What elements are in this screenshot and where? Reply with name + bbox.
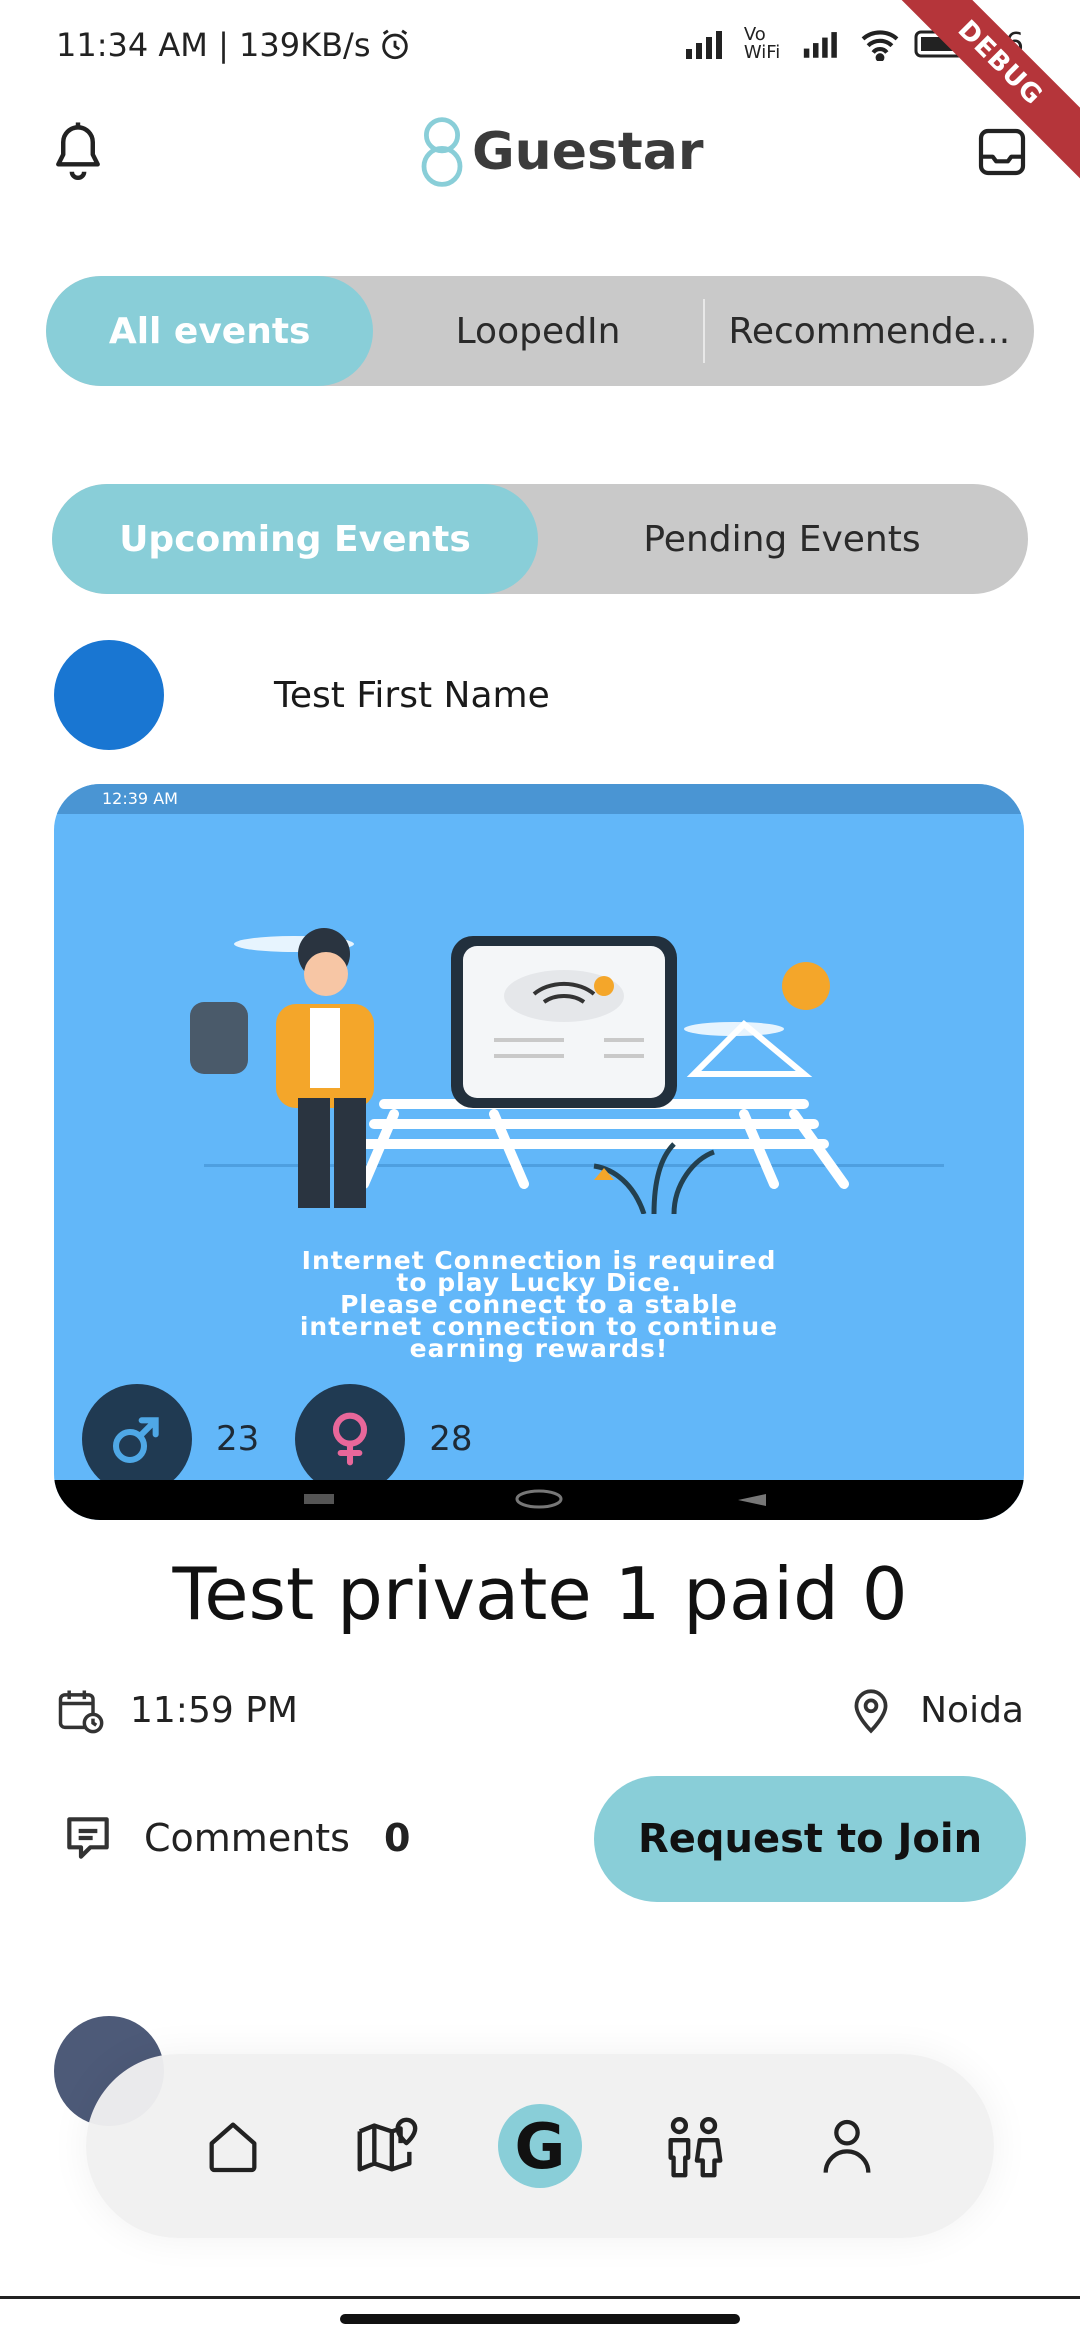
image-message: Internet Connection is required to play … <box>54 1248 1024 1363</box>
signal-icon-2 <box>803 32 837 58</box>
female-badge <box>295 1384 406 1494</box>
nav-people[interactable] <box>649 2101 739 2191</box>
comments-link[interactable]: Comments 0 <box>60 1810 410 1866</box>
event-image[interactable]: 12:39 AM Internet Connection is required… <box>54 784 1024 1520</box>
guestar-button[interactable]: G <box>497 2104 582 2188</box>
female-icon <box>333 1412 368 1466</box>
nav-guestar[interactable]: G <box>495 2101 585 2191</box>
image-inner-status: 12:39 AM <box>54 784 1024 814</box>
event-time: 11:59 PM <box>54 1684 298 1736</box>
guestar-logo-icon <box>421 117 463 187</box>
gender-counters: 23 28 <box>82 1384 509 1494</box>
map-icon <box>357 2117 418 2172</box>
people-icon <box>668 2116 723 2178</box>
profile-icon <box>823 2119 871 2173</box>
inbox-button[interactable] <box>974 124 1030 180</box>
event-title[interactable]: Test private 1 paid 0 <box>0 1552 1080 1636</box>
host-name[interactable]: Test First Name <box>274 675 550 716</box>
status-time: 11:34 AM | 139KB/s <box>56 26 412 64</box>
bell-icon <box>56 122 100 181</box>
host-avatar[interactable] <box>54 640 164 750</box>
image-message-line-5: earning rewards! <box>409 1334 669 1363</box>
home-icon <box>209 2122 257 2173</box>
wifi-icon <box>861 30 899 61</box>
tab-recommended[interactable]: Recommende... <box>705 276 1034 386</box>
event-status-tabs: Upcoming Events Pending Events <box>52 484 1028 594</box>
tab-pending-events[interactable]: Pending Events <box>538 484 1026 594</box>
home-indicator[interactable] <box>340 2314 740 2324</box>
bottom-navigation: G <box>86 2054 994 2238</box>
vowifi-label: Vo WiFi <box>743 24 781 63</box>
male-badge <box>82 1384 192 1494</box>
event-location-text: Noida <box>920 1689 1024 1731</box>
signal-icon <box>685 31 722 59</box>
comments-label: Comments <box>144 1816 350 1860</box>
event-actions: Comments 0 Request to Join <box>54 1776 1026 1904</box>
female-count: 28 <box>429 1419 473 1459</box>
tab-upcoming-events[interactable]: Upcoming Events <box>52 484 538 594</box>
app-header: Guestar <box>0 110 1080 230</box>
notifications-button[interactable] <box>48 120 108 190</box>
system-divider <box>0 2296 1080 2299</box>
request-to-join-button[interactable]: Request to Join <box>594 1776 1026 1902</box>
inner-nav-buttons <box>304 1489 766 1509</box>
comment-icon <box>67 1817 109 1859</box>
inbox-icon <box>978 128 1026 176</box>
comments-count: 0 <box>383 1816 411 1860</box>
nav-map[interactable] <box>341 2101 431 2191</box>
app-logo: Guestar <box>418 116 704 188</box>
tab-all-events[interactable]: All events <box>46 276 374 386</box>
app-logo-text: Guestar <box>472 122 704 182</box>
offline-illustration <box>190 928 944 1214</box>
status-time-text: 11:34 AM | 139KB/s <box>56 26 371 64</box>
calendar-clock-icon <box>58 1690 104 1734</box>
event-time-text: 11:59 PM <box>130 1689 298 1731</box>
male-icon <box>112 1417 159 1464</box>
location-pin-icon <box>854 1689 888 1734</box>
category-tabs: All events LoopedIn Recommende... <box>46 276 1034 386</box>
status-bar: 11:34 AM | 139KB/s Vo WiFi 86 DEBUG <box>0 0 1080 187</box>
image-inner-navbar <box>54 1480 1024 1520</box>
nav-home[interactable] <box>188 2101 278 2191</box>
male-count: 23 <box>216 1419 260 1459</box>
event-location: Noida <box>846 1684 1024 1736</box>
event-meta: 11:59 PM Noida <box>54 1680 1024 1740</box>
nav-profile[interactable] <box>802 2101 892 2191</box>
alarm-icon <box>382 29 409 60</box>
tab-loopedin[interactable]: LoopedIn <box>373 276 702 386</box>
event-host[interactable]: Test First Name <box>54 640 550 750</box>
